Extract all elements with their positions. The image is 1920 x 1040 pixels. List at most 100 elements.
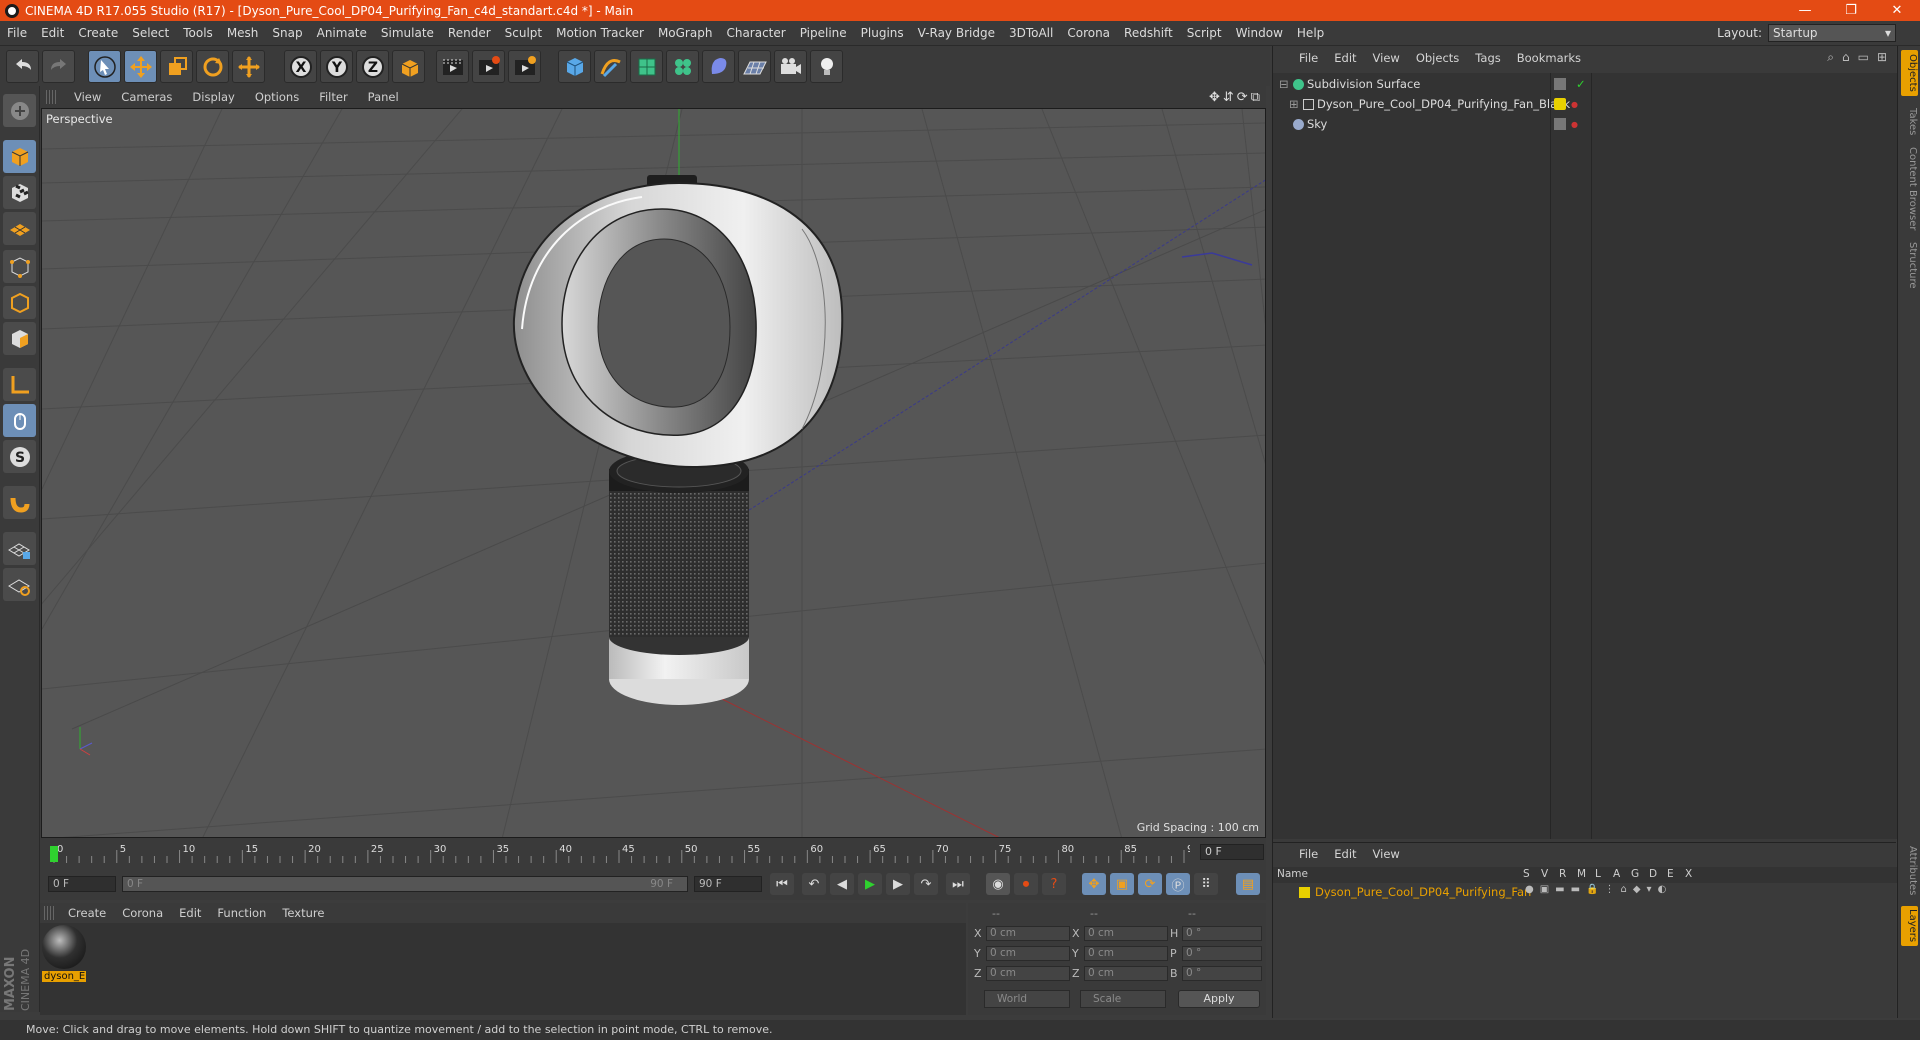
- viewport-camera-label[interactable]: Perspective: [46, 112, 113, 126]
- cube-primitive-icon[interactable]: [558, 50, 591, 83]
- timeline-window-icon[interactable]: ▤: [1236, 873, 1260, 895]
- minimize-button[interactable]: —: [1782, 0, 1828, 21]
- layer-col-generators[interactable]: G: [1631, 868, 1639, 880]
- menu-plugins[interactable]: Plugins: [854, 26, 911, 40]
- menu-tools[interactable]: Tools: [176, 26, 220, 40]
- material-menu-texture[interactable]: Texture: [274, 906, 332, 920]
- viewport-maximize-icon[interactable]: ⧉: [1251, 90, 1260, 105]
- column-divider[interactable]: [1591, 73, 1592, 839]
- editor-visibility-icon[interactable]: [1554, 118, 1566, 130]
- size-x-field[interactable]: 0 cm: [1084, 925, 1168, 941]
- key-point-level-icon[interactable]: ⠿: [1194, 873, 1218, 895]
- rot-p-field[interactable]: 0 °: [1182, 945, 1262, 961]
- menu-edit[interactable]: Edit: [34, 26, 71, 40]
- pos-z-field[interactable]: 0 cm: [986, 965, 1070, 981]
- autokeying-icon[interactable]: ⏺: [1014, 873, 1038, 895]
- previous-frame-icon[interactable]: ◀: [830, 873, 854, 895]
- timeline[interactable]: 051015202530354045505560657075808590 0 F: [40, 838, 1266, 868]
- key-parameter-icon[interactable]: Ⓟ: [1166, 873, 1190, 895]
- live-selection-icon[interactable]: [88, 50, 121, 83]
- coordinate-system-icon[interactable]: [392, 50, 425, 83]
- redo-icon[interactable]: [42, 50, 75, 83]
- collapse-icon[interactable]: ⊟: [1279, 77, 1289, 91]
- object-menu-bookmarks[interactable]: Bookmarks: [1509, 51, 1589, 65]
- viewport-menu-view[interactable]: View: [64, 90, 111, 104]
- layer-col-manager[interactable]: M: [1577, 868, 1586, 880]
- menu-pipeline[interactable]: Pipeline: [793, 26, 854, 40]
- previous-key-icon[interactable]: ↶: [802, 873, 826, 895]
- menu-character[interactable]: Character: [719, 26, 792, 40]
- rot-b-field[interactable]: 0 °: [1182, 965, 1262, 981]
- menu-3dtoall[interactable]: 3DToAll: [1002, 26, 1060, 40]
- material-menu-create[interactable]: Create: [60, 906, 114, 920]
- key-scale-icon[interactable]: ▣: [1110, 873, 1134, 895]
- close-button[interactable]: ✕: [1874, 0, 1920, 21]
- layer-row[interactable]: Dyson_Pure_Cool_DP04_Purifying_Fan ●▣▬▬🔒…: [1273, 884, 1897, 902]
- expand-icon[interactable]: ⊞: [1289, 97, 1299, 111]
- object-search-icon[interactable]: ⌕: [1827, 50, 1834, 65]
- start-frame-field[interactable]: 0 F: [48, 876, 116, 892]
- render-picture-viewer-icon[interactable]: [472, 50, 505, 83]
- editor-visibility-icon[interactable]: [1554, 78, 1566, 90]
- layer-col-solo[interactable]: S: [1523, 868, 1530, 880]
- material-menu-function[interactable]: Function: [209, 906, 274, 920]
- layer-flag-icons[interactable]: ●▣▬▬🔒⋮⌂◆▾◐: [1525, 884, 1672, 895]
- layer-col-render[interactable]: R: [1559, 868, 1566, 880]
- apply-button[interactable]: Apply: [1178, 990, 1260, 1008]
- viewport-rotate-icon[interactable]: ⟳: [1237, 90, 1248, 105]
- rotate-tool-icon[interactable]: [196, 50, 229, 83]
- make-editable-icon[interactable]: [3, 94, 36, 127]
- object-menu-tags[interactable]: Tags: [1467, 51, 1508, 65]
- perspective-viewport[interactable]: Perspective Grid Spacing : 100 cm: [41, 108, 1266, 838]
- menu-help[interactable]: Help: [1290, 26, 1331, 40]
- layer-col-locked[interactable]: L: [1595, 868, 1601, 880]
- viewport-menu-filter[interactable]: Filter: [309, 90, 357, 104]
- deformer-icon[interactable]: [702, 50, 735, 83]
- key-position-icon[interactable]: ✥: [1082, 873, 1106, 895]
- object-menu-file[interactable]: File: [1291, 51, 1326, 65]
- restore-button[interactable]: ❐: [1828, 0, 1874, 21]
- tab-objects[interactable]: Objects: [1901, 50, 1918, 96]
- polygons-mode-icon[interactable]: [3, 322, 36, 355]
- object-row-dyson-fan[interactable]: ⊞ Dyson_Pure_Cool_DP04_Purifying_Fan_Bla…: [1273, 94, 1897, 114]
- tab-structure[interactable]: Structure: [1901, 238, 1918, 292]
- tweak-mode-icon[interactable]: [3, 404, 36, 437]
- menu-mograph[interactable]: MoGraph: [651, 26, 720, 40]
- layer-col-animation[interactable]: A: [1613, 868, 1620, 880]
- edges-mode-icon[interactable]: [3, 286, 36, 319]
- viewport-menu-cameras[interactable]: Cameras: [111, 90, 182, 104]
- menu-simulate[interactable]: Simulate: [374, 26, 441, 40]
- menu-render[interactable]: Render: [441, 26, 498, 40]
- timeline-playhead[interactable]: [50, 846, 58, 862]
- camera-icon[interactable]: [774, 50, 807, 83]
- record-active-objects-icon[interactable]: ◉: [986, 873, 1010, 895]
- visibility-dots-icon[interactable]: ●: [1571, 100, 1578, 109]
- material-swatch[interactable]: dyson_E: [42, 925, 86, 982]
- menu-mesh[interactable]: Mesh: [220, 26, 266, 40]
- texture-mode-icon[interactable]: [3, 176, 36, 209]
- viewport-menu-display[interactable]: Display: [182, 90, 244, 104]
- size-mode-select[interactable]: Scale: [1080, 990, 1166, 1008]
- viewport-menu-options[interactable]: Options: [245, 90, 309, 104]
- coordinate-space-select[interactable]: World: [984, 990, 1070, 1008]
- object-row-subdivision-surface[interactable]: ⊟ Subdivision Surface ✓: [1273, 74, 1897, 94]
- layer-menu-edit[interactable]: Edit: [1326, 847, 1364, 861]
- goto-start-icon[interactable]: ⏮: [770, 873, 794, 895]
- scale-tool-icon[interactable]: [160, 50, 193, 83]
- rot-h-field[interactable]: 0 °: [1182, 925, 1262, 941]
- points-mode-icon[interactable]: [3, 250, 36, 283]
- object-menu-view[interactable]: View: [1365, 51, 1408, 65]
- object-new-window-icon[interactable]: ▭: [1858, 50, 1869, 65]
- tab-takes[interactable]: Takes: [1901, 104, 1918, 140]
- floor-environment-icon[interactable]: [738, 50, 771, 83]
- layer-col-deformers[interactable]: D: [1649, 868, 1657, 880]
- render-settings-icon[interactable]: [508, 50, 541, 83]
- object-menu-edit[interactable]: Edit: [1326, 51, 1364, 65]
- pen-spline-icon[interactable]: [594, 50, 627, 83]
- material-menu-corona[interactable]: Corona: [114, 906, 171, 920]
- planar-workplane-icon[interactable]: [3, 568, 36, 601]
- enabled-check-icon[interactable]: ✓: [1576, 77, 1586, 91]
- tab-content-browser[interactable]: Content Browser: [1901, 146, 1918, 232]
- layout-select[interactable]: Startup: [1768, 24, 1896, 42]
- next-frame-icon[interactable]: ▶: [886, 873, 910, 895]
